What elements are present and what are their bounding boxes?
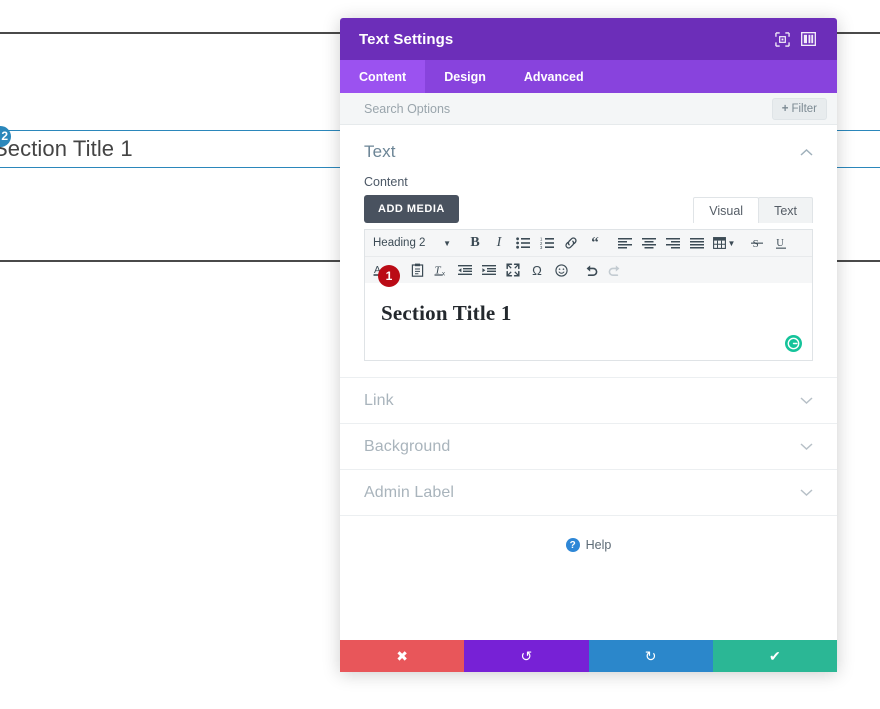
paste-as-text-icon[interactable] xyxy=(405,260,429,280)
format-select-value: Heading 2 xyxy=(373,237,426,249)
builder-module-title: Section Title 1 xyxy=(0,136,133,161)
content-editor: ADD MEDIA Visual Text Heading 2 ▼ B I 1 … xyxy=(340,195,837,361)
editor-heading-text[interactable]: Section Title 1 xyxy=(381,301,796,326)
undo-button[interactable]: ↺ xyxy=(464,640,589,672)
link-icon[interactable] xyxy=(559,233,583,253)
editor-toolbar-row-2: A ▼ xyxy=(365,256,812,283)
align-left-icon[interactable] xyxy=(613,233,637,253)
accordion-link-label: Link xyxy=(364,391,394,409)
underline-icon[interactable]: U xyxy=(769,233,793,253)
chevron-down-icon[interactable] xyxy=(800,396,813,405)
accordion-background[interactable]: Background xyxy=(340,423,837,469)
editor-mode-tabs: Visual Text xyxy=(693,197,813,223)
search-input[interactable] xyxy=(364,101,772,116)
align-right-icon[interactable] xyxy=(661,233,685,253)
svg-text:S: S xyxy=(753,238,759,250)
editor-step-badge: 1 xyxy=(378,265,400,287)
modal-footer: ✖ ↺ ↻ ✔ xyxy=(340,640,837,672)
help-link[interactable]: Help xyxy=(586,538,612,552)
tab-text[interactable]: Text xyxy=(758,197,813,223)
editor-content-area[interactable]: 1 Section Title 1 xyxy=(365,265,812,360)
filter-button[interactable]: + Filter xyxy=(771,97,827,120)
chevron-up-icon[interactable] xyxy=(800,148,813,157)
expand-icon[interactable] xyxy=(769,26,795,52)
grammarly-icon[interactable] xyxy=(785,335,802,352)
search-options-bar: +Filter xyxy=(340,93,837,125)
tab-advanced[interactable]: Advanced xyxy=(505,60,603,93)
svg-text:x: x xyxy=(442,272,445,278)
accordion-background-label: Background xyxy=(364,437,451,455)
emoji-icon[interactable] xyxy=(549,260,573,280)
text-section-title: Text xyxy=(364,142,396,161)
modal-tabs: Content Design Advanced xyxy=(340,60,837,93)
table-icon[interactable]: ▼ xyxy=(709,233,739,253)
italic-icon[interactable]: I xyxy=(487,233,511,253)
chevron-down-icon: ▼ xyxy=(443,238,451,248)
table-chevron-down-icon: ▼ xyxy=(727,238,736,248)
modal-header: Text Settings xyxy=(340,18,837,60)
text-section: Text Content ADD MEDIA Visual Text Headi… xyxy=(340,125,837,377)
filter-button-label: Filter xyxy=(791,102,817,115)
help-row: ? Help xyxy=(340,515,837,552)
fullscreen-icon[interactable] xyxy=(501,260,525,280)
screen: 2 Section Title 1 Text Settings Content … xyxy=(0,0,880,709)
tab-design[interactable]: Design xyxy=(425,60,505,93)
editor-toolbar-row-1: Heading 2 ▼ B I 1 2 3 “ ▼ S U xyxy=(365,230,812,256)
special-character-icon[interactable]: Ω xyxy=(525,260,549,280)
align-justify-icon[interactable] xyxy=(685,233,709,253)
redo-button[interactable]: ↻ xyxy=(588,640,713,672)
tab-visual[interactable]: Visual xyxy=(693,197,760,223)
accordion-link[interactable]: Link xyxy=(340,377,837,423)
chevron-down-icon[interactable] xyxy=(800,442,813,451)
redo-icon[interactable] xyxy=(603,260,627,280)
bold-icon[interactable]: B xyxy=(463,233,487,253)
layout-columns-icon[interactable] xyxy=(795,26,821,52)
clear-formatting-icon[interactable]: T x xyxy=(429,260,453,280)
accordion-admin-label[interactable]: Admin Label xyxy=(340,469,837,515)
content-field-label: Content xyxy=(364,175,408,189)
numbered-list-icon[interactable]: 1 2 3 xyxy=(535,233,559,253)
undo-icon[interactable] xyxy=(579,260,603,280)
add-media-button[interactable]: ADD MEDIA xyxy=(364,195,459,223)
align-center-icon[interactable] xyxy=(637,233,661,253)
text-section-header[interactable]: Text xyxy=(340,125,837,170)
chevron-down-icon[interactable] xyxy=(800,488,813,497)
strikethrough-icon[interactable]: S xyxy=(745,233,769,253)
svg-text:3: 3 xyxy=(540,245,543,249)
modal-body: Text Content ADD MEDIA Visual Text Headi… xyxy=(340,125,837,640)
tab-content[interactable]: Content xyxy=(340,60,426,93)
outdent-icon[interactable] xyxy=(453,260,477,280)
plus-icon: + xyxy=(781,102,789,115)
modal-title: Text Settings xyxy=(359,30,454,48)
text-settings-modal: Text Settings Content Design Advanced Se… xyxy=(340,18,837,672)
cancel-button[interactable]: ✖ xyxy=(340,640,465,672)
bulleted-list-icon[interactable] xyxy=(511,233,535,253)
editor-box: Heading 2 ▼ B I 1 2 3 “ ▼ S U A T x Ω 1 … xyxy=(364,229,813,361)
help-icon[interactable]: ? xyxy=(565,538,580,552)
format-select[interactable]: Heading 2 ▼ xyxy=(369,237,457,249)
blockquote-icon[interactable]: “ xyxy=(583,233,607,253)
save-button[interactable]: ✔ xyxy=(712,640,837,672)
svg-text:U: U xyxy=(776,238,784,249)
editor-top-row: ADD MEDIA Visual Text xyxy=(364,195,813,223)
indent-icon[interactable] xyxy=(477,260,501,280)
accordion-admin-label-label: Admin Label xyxy=(364,483,455,501)
